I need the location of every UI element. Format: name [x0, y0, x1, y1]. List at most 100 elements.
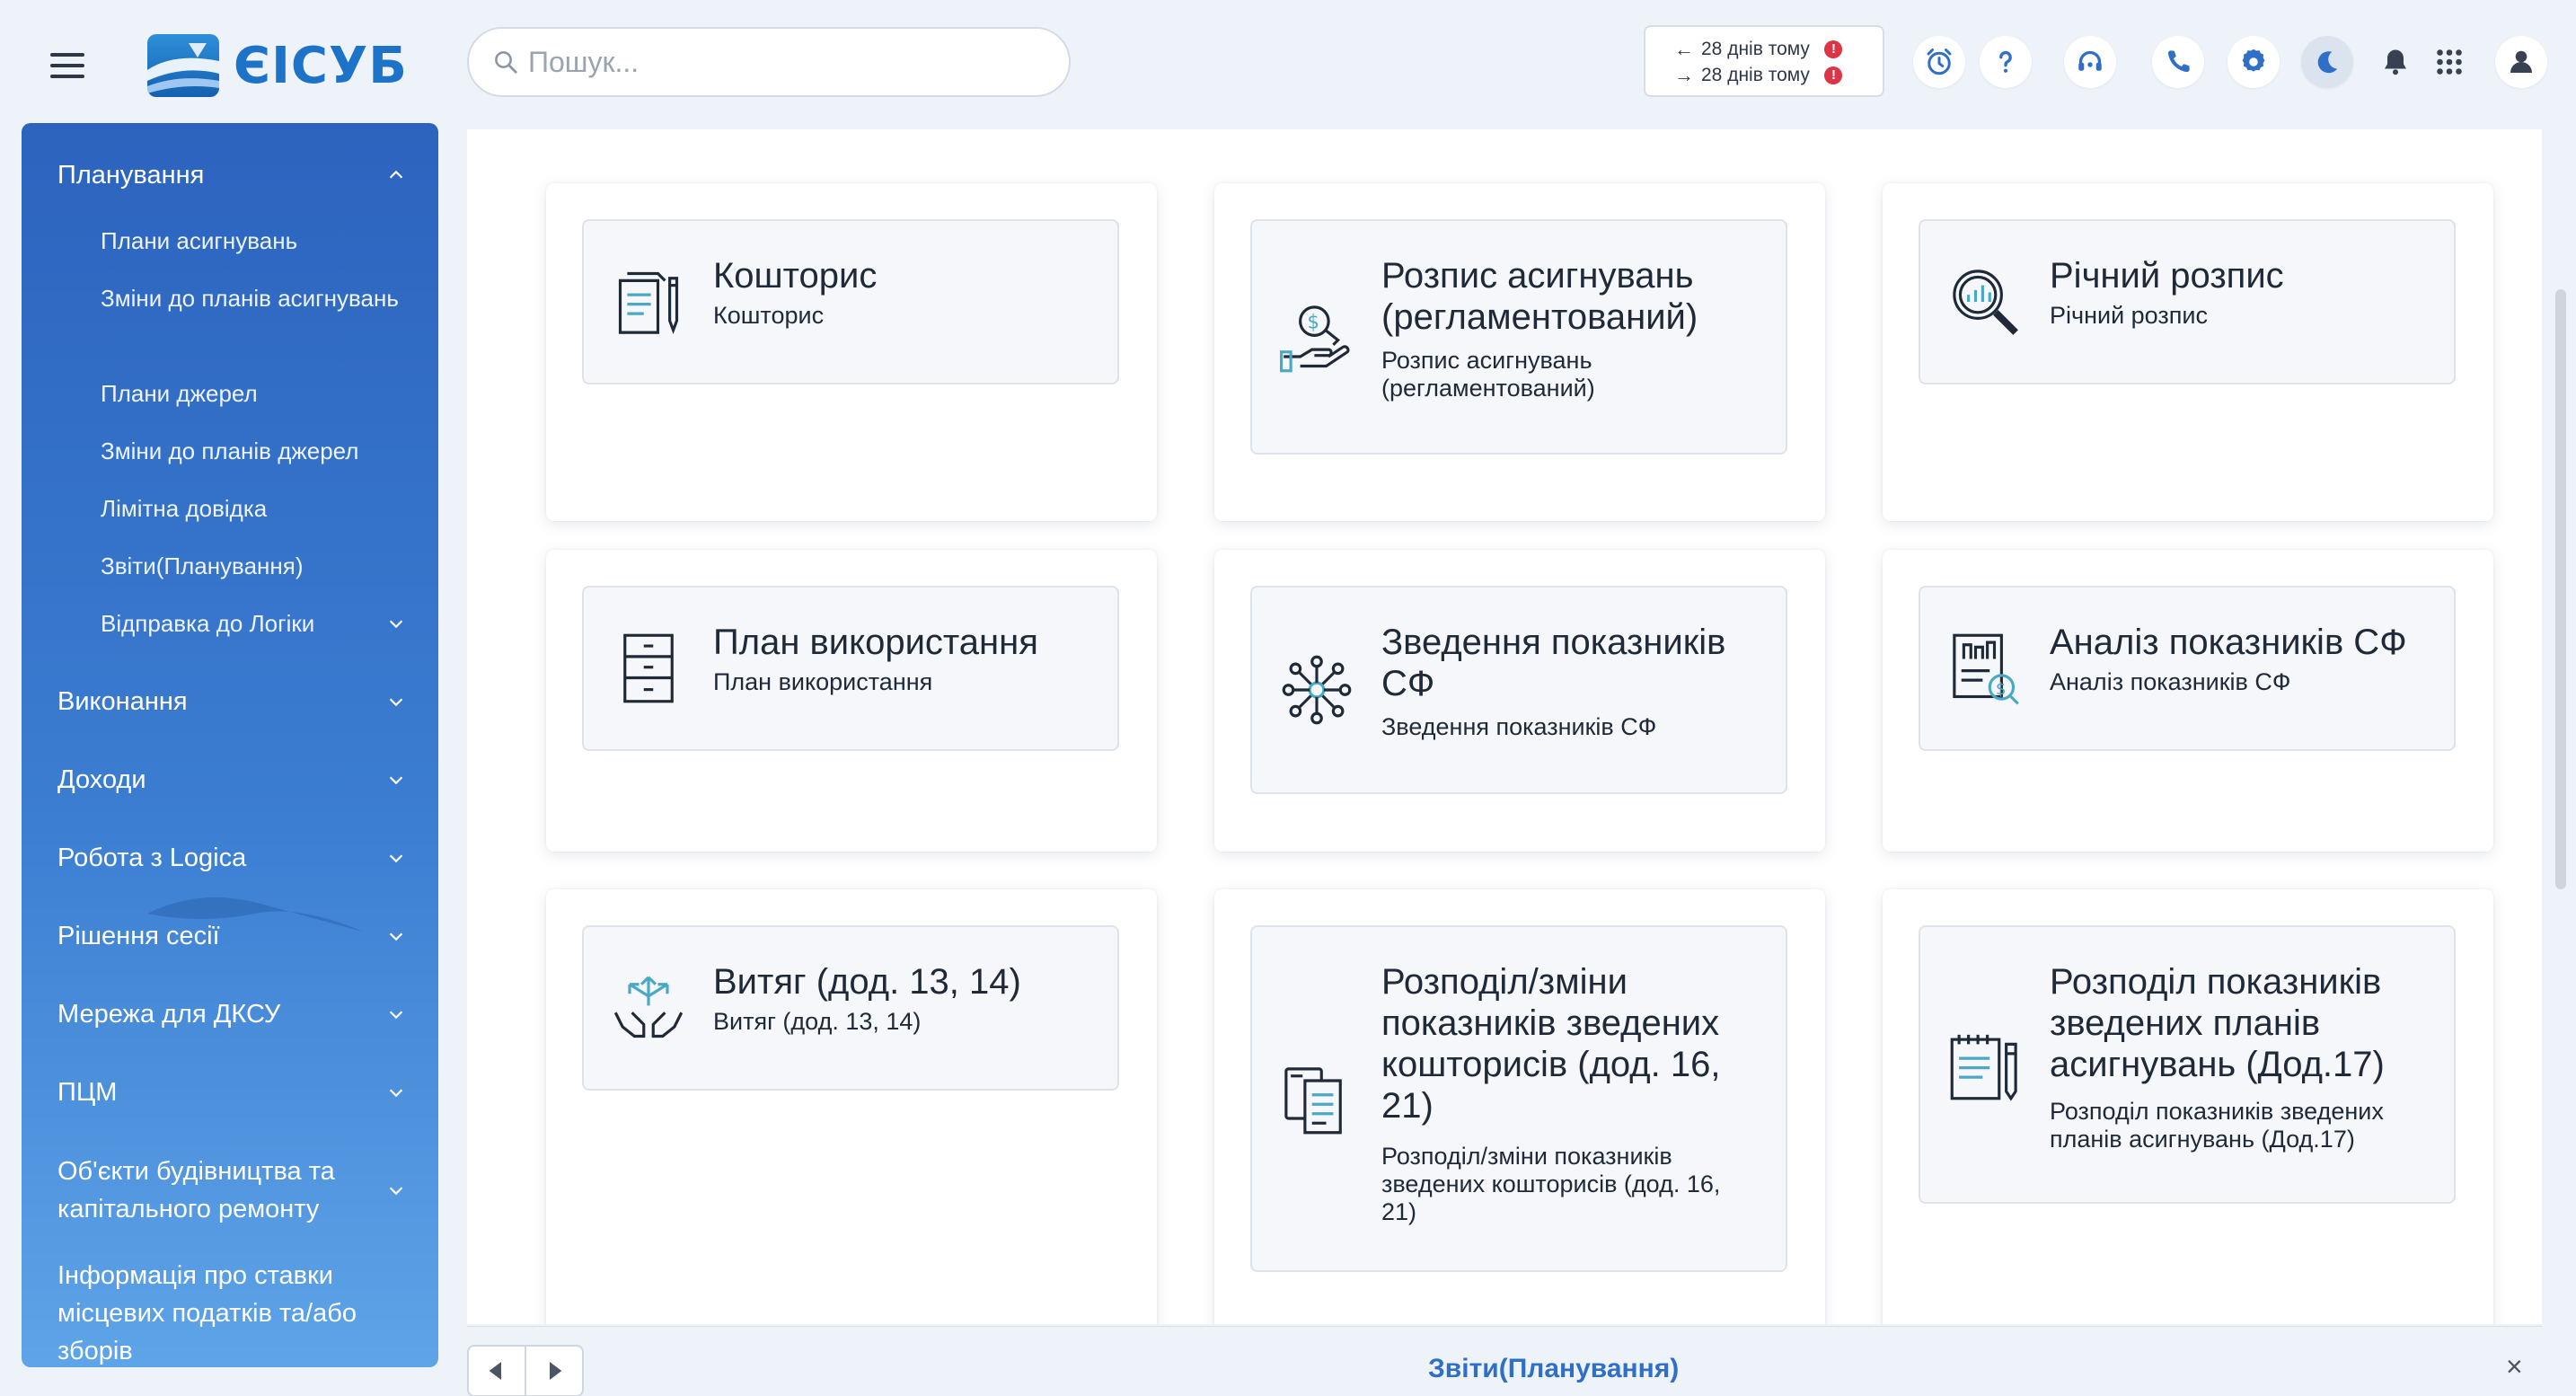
- card-tile: $ Розпис асигнувань (регламентований) Ро…: [1214, 183, 1825, 521]
- svg-text:$: $: [1308, 312, 1319, 333]
- card-title: Розподіл/зміни показників зведених кошто…: [1381, 962, 1721, 1126]
- card-extract-13-14[interactable]: Витяг (дод. 13, 14) Витяг (дод. 13, 14): [582, 925, 1119, 1091]
- card-usage-plan[interactable]: План використання План використання: [582, 586, 1119, 751]
- card-annual-schedule[interactable]: Річний розпис Річний розпис: [1919, 219, 2456, 384]
- sidebar-item-allocation-plans[interactable]: Плани асигнувань: [101, 224, 406, 258]
- card-allocation-schedule[interactable]: $ Розпис асигнувань (регламентований) Ро…: [1250, 219, 1787, 455]
- card-subtitle: Зведення показників СФ: [1381, 713, 1657, 740]
- scrollbar-thumb[interactable]: [2555, 289, 2566, 889]
- search-icon: [495, 51, 517, 74]
- sidebar-section-planning[interactable]: Планування: [57, 159, 406, 191]
- arrow-left-icon: ←: [1674, 37, 1694, 60]
- chevron-down-icon: [389, 776, 403, 785]
- search-input[interactable]: [528, 45, 1031, 79]
- menu-hamburger-icon[interactable]: [47, 50, 90, 81]
- card-title: План використання: [713, 623, 1038, 662]
- card-sf-indicators-analysis[interactable]: $ Аналіз показників СФ Аналіз показників…: [1919, 586, 2456, 751]
- alarm-clock-icon[interactable]: [1913, 36, 1965, 88]
- caret-left-icon: [489, 1362, 501, 1380]
- sidebar-section-label: Виконання: [57, 686, 188, 716]
- apps-grid-icon[interactable]: [2423, 36, 2475, 88]
- sidebar-section-label: Доходи: [57, 764, 146, 794]
- cabinet-icon: [623, 633, 674, 703]
- card-title: Річний розпис: [2050, 256, 2284, 296]
- dark-mode-moon-icon[interactable]: [2301, 36, 2353, 88]
- app-logo[interactable]: ЄІСУБ: [147, 34, 408, 97]
- card-subtitle: Кошторис: [713, 302, 825, 329]
- card-title: Аналіз показників СФ: [2050, 623, 2407, 662]
- sidebar-section-dksu-network[interactable]: Мережа для ДКСУ: [57, 998, 406, 1030]
- svg-text:$: $: [1996, 680, 2007, 699]
- sidebar-section-revenues[interactable]: Доходи: [57, 764, 406, 796]
- sidebar-section-logica[interactable]: Робота з Logica: [57, 842, 406, 874]
- sidebar-item-label: Відправка до Логіки: [101, 610, 315, 637]
- help-icon[interactable]: [1980, 36, 2032, 88]
- chevron-down-icon: [389, 620, 403, 629]
- last-received-text: 28 днів тому: [1701, 64, 1810, 85]
- card-title: Кошторис: [713, 256, 878, 296]
- network-hub-icon: [1282, 655, 1352, 725]
- card-sf-indicators-summary[interactable]: Зведення показників СФ Зведення показник…: [1250, 586, 1787, 794]
- tab-planning-reports[interactable]: Звіти(Планування): [1428, 1354, 1679, 1384]
- card-consolidated-estimates-16-21[interactable]: Розподіл/зміни показників зведених кошто…: [1250, 925, 1787, 1272]
- chevron-down-icon: [389, 932, 403, 941]
- sidebar-item-limit-reference[interactable]: Лімітна довідка: [101, 491, 406, 526]
- card-budget-estimate[interactable]: Кошторис Кошторис: [582, 219, 1119, 384]
- magnifier-chart-icon: [1953, 269, 2018, 335]
- sidebar-section-execution[interactable]: Виконання: [57, 685, 406, 718]
- card-tile: Річний розпис Річний розпис: [1883, 183, 2493, 521]
- card-tile: Кошторис Кошторис: [546, 183, 1157, 521]
- settings-gear-icon[interactable]: [2228, 36, 2280, 88]
- card-tile: Витяг (дод. 13, 14) Витяг (дод. 13, 14): [546, 889, 1157, 1324]
- sidebar-nav: Планування Плани асигнувань Зміни до пла…: [22, 123, 438, 1367]
- document-pen-icon: [618, 271, 679, 334]
- support-headset-icon[interactable]: [2064, 36, 2116, 88]
- sync-status[interactable]: ← 28 днів тому → 28 днів тому: [1644, 25, 1884, 97]
- tab-prev-button[interactable]: [467, 1345, 526, 1396]
- card-title: Розпис асигнувань (регламентований): [1381, 256, 1698, 337]
- search-box[interactable]: [467, 27, 1071, 97]
- top-header: ЄІСУБ ← 28 днів тому → 28 днів тому: [0, 0, 2576, 122]
- chevron-down-icon: [389, 1187, 403, 1196]
- card-subtitle: Витяг (дод. 13, 14): [713, 1008, 922, 1035]
- sidebar-item-allocation-plan-changes[interactable]: Зміни до планів асигнувань: [101, 281, 406, 315]
- phone-icon[interactable]: [2152, 36, 2204, 88]
- card-subtitle: Річний розпис: [2050, 302, 2208, 329]
- card-tile: Зведення показників СФ Зведення показник…: [1214, 550, 1825, 852]
- card-subtitle: План використання: [713, 668, 933, 695]
- chevron-down-icon: [389, 1011, 403, 1020]
- card-consolidated-plans-17[interactable]: Розподіл показників зведених планів асиг…: [1919, 925, 2456, 1204]
- chevron-down-icon: [389, 698, 403, 707]
- sidebar-section-label: Робота з Logica: [57, 843, 247, 872]
- arrow-right-icon: →: [1674, 63, 1694, 86]
- sidebar-section-construction-objects[interactable]: Об'єкти будівництва та капітального ремо…: [57, 1153, 406, 1228]
- chevron-down-icon: [389, 854, 403, 863]
- card-tile: Розподіл показників зведених планів асиг…: [1883, 889, 2493, 1324]
- sidebar-section-pcm[interactable]: ПЦМ: [57, 1076, 406, 1109]
- card-title: Розподіл показників зведених планів асиг…: [2050, 962, 2385, 1084]
- sidebar-item-source-plan-changes[interactable]: Зміни до планів джерел: [101, 434, 406, 468]
- sidebar-item-source-plans[interactable]: Плани джерел: [101, 376, 406, 411]
- last-sent-text: 28 днів тому: [1701, 38, 1810, 59]
- card-subtitle: Аналіз показників СФ: [2050, 668, 2291, 695]
- card-subtitle: Розпис асигнувань (регламентований): [1381, 347, 1595, 402]
- hands-arrows-icon: [613, 976, 684, 1038]
- card-tile: Розподіл/зміни показників зведених кошто…: [1214, 889, 1825, 1324]
- caret-right-icon: [550, 1362, 562, 1380]
- card-tile: $ Аналіз показників СФ Аналіз показників…: [1883, 550, 2493, 852]
- sidebar-section-label: Планування: [57, 160, 205, 190]
- notifications-bell-icon[interactable]: [2369, 36, 2422, 88]
- report-analysis-icon: $: [1953, 633, 2019, 705]
- chevron-down-icon: [389, 1089, 403, 1098]
- user-avatar-icon[interactable]: [2495, 36, 2547, 88]
- chevron-up-icon: [389, 170, 403, 179]
- sidebar-item-planning-reports[interactable]: Звіти(Планування): [101, 549, 406, 583]
- sidebar-section-label: Мережа для ДКСУ: [57, 999, 281, 1029]
- sidebar-section-label: Об'єкти будівництва та капітального ремо…: [57, 1157, 335, 1224]
- sidebar-item-send-to-logica[interactable]: Відправка до Логіки: [101, 606, 406, 641]
- sidebar-section-local-tax-rates[interactable]: Інформація про ставки місцевих податків …: [57, 1257, 406, 1367]
- card-title: Зведення показників СФ: [1381, 623, 1726, 703]
- close-tab-icon[interactable]: ×: [2506, 1350, 2523, 1383]
- sidebar-section-session-decisions[interactable]: Рішення сесії: [57, 920, 406, 952]
- tab-next-button[interactable]: [525, 1345, 584, 1396]
